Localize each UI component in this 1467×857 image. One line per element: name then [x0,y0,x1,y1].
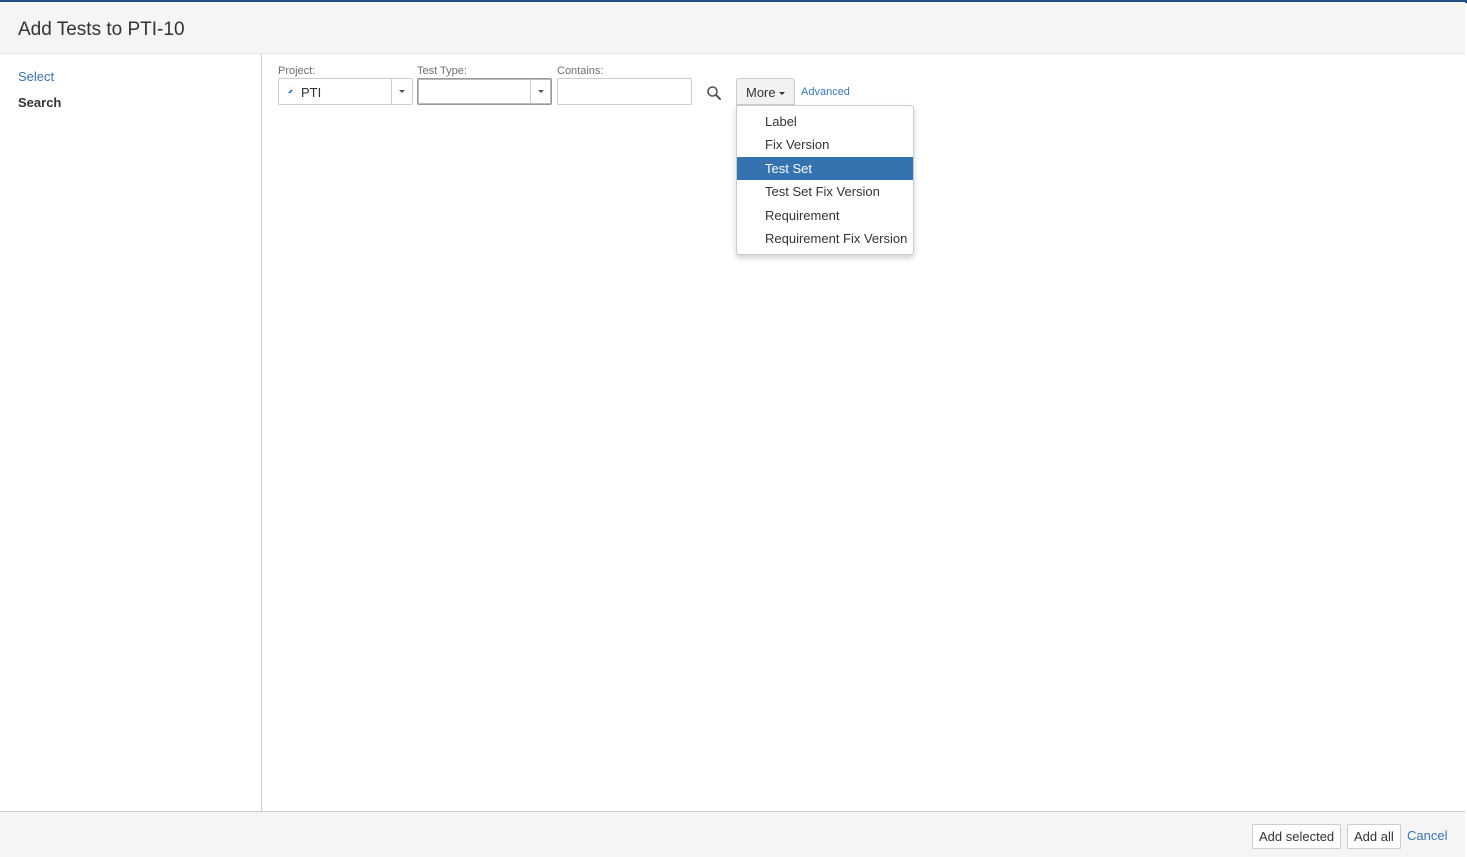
dialog-title: Add Tests to PTI-10 [18,19,185,40]
caret-down-icon [778,92,785,96]
menu-item-requirement-fix-version[interactable]: Requirement Fix Version [737,227,913,250]
chevron-down-icon[interactable] [391,79,412,104]
menu-item-test-set-fix-version[interactable]: Test Set Fix Version [737,180,913,203]
more-button-label: More [746,85,776,100]
chevron-down-icon[interactable] [530,79,551,104]
search-panel: Project: PTI Test Type: Contains: More A… [263,54,1465,811]
test-type-label: Test Type: [417,65,467,77]
advanced-link[interactable]: Advanced [801,86,850,98]
sidebar-item-select[interactable]: Select [18,69,54,84]
dialog-sidebar: Select Search [0,54,262,811]
project-icon [287,86,294,97]
dialog-header: Add Tests to PTI-10 [0,2,1465,54]
project-label: Project: [278,65,316,77]
more-dropdown-menu: Label Fix Version Test Set Test Set Fix … [736,105,914,256]
menu-item-fix-version[interactable]: Fix Version [737,133,913,156]
test-type-select[interactable] [417,78,552,105]
project-select-value: PTI [301,85,322,100]
search-icon[interactable] [706,85,722,101]
sidebar-item-search[interactable]: Search [18,95,61,110]
contains-label: Contains: [557,65,604,77]
cancel-link[interactable]: Cancel [1407,828,1447,843]
menu-item-label[interactable]: Label [737,110,913,133]
dialog-footer: Add selected Add all Cancel [0,811,1465,857]
add-selected-button[interactable]: Add selected [1252,824,1342,849]
more-button[interactable]: More [736,78,795,105]
contains-input[interactable] [557,78,692,105]
menu-item-test-set[interactable]: Test Set [737,156,913,181]
add-all-button[interactable]: Add all [1347,824,1401,849]
project-select[interactable]: PTI [278,78,413,105]
menu-item-requirement[interactable]: Requirement [737,204,913,227]
add-tests-dialog: Add Tests to PTI-10 Select Search Projec… [0,2,1465,857]
